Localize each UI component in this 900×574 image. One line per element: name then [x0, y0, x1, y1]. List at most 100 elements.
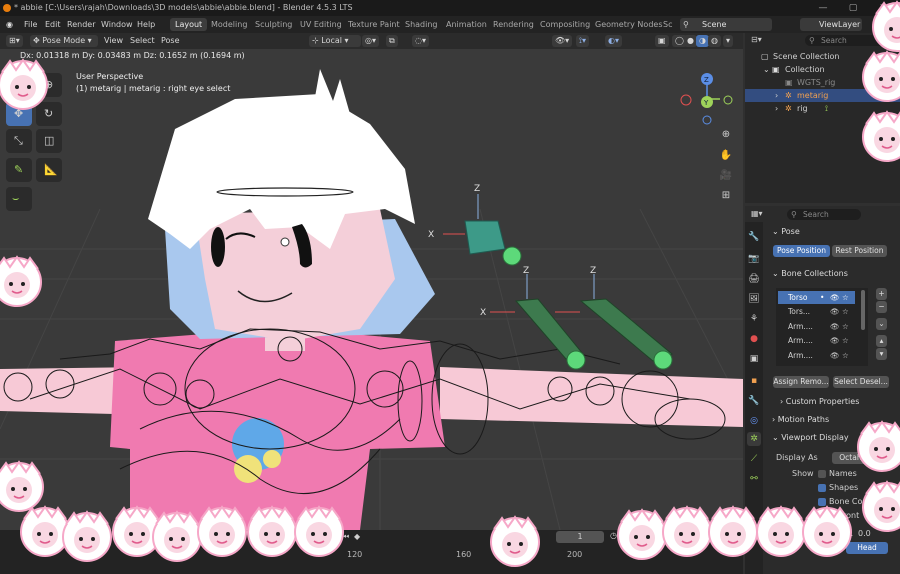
overlay-toggle-icon[interactable]: ◐▾ — [605, 35, 622, 47]
camera-view-icon[interactable]: 🎥 — [718, 168, 734, 184]
stopwatch-icon[interactable]: ◷ — [610, 531, 617, 540]
playback-label[interactable]: Pla — [34, 533, 46, 542]
shapes-checkbox[interactable] — [818, 484, 826, 492]
properties-search[interactable]: ⚲ Search — [787, 209, 861, 220]
bone-constraint-tab-icon[interactable]: ⚯ — [747, 472, 761, 486]
bone-colors-checkbox[interactable] — [818, 498, 826, 506]
assign-button[interactable]: Assign Remo... — [773, 376, 829, 388]
menu-select[interactable]: Select — [127, 35, 158, 47]
jump-start-icon[interactable]: ⏮ — [342, 532, 349, 542]
mode-dropdown[interactable]: ✥ Pose Mode ▾ — [30, 35, 98, 47]
menu-file[interactable]: File — [24, 16, 37, 33]
timeline[interactable]: Pla ⏮ ◆ 1 ◷ 120 160 200 — [0, 530, 743, 574]
select-button[interactable]: Select Desel... — [833, 376, 889, 388]
hand-pan-icon[interactable]: ✋ — [718, 148, 734, 164]
tab-sculpting[interactable]: Sculpting — [250, 18, 297, 31]
bone-collection-row[interactable]: Torso • 👁 ☆ — [778, 291, 855, 304]
bone-collection-row[interactable]: Arm.... 👁 ☆ — [778, 320, 855, 333]
menu-view[interactable]: View — [101, 35, 126, 47]
tab-geometry-nodes[interactable]: Geometry Nodes — [590, 18, 667, 31]
section-pose[interactable]: ⌄ Pose — [772, 225, 900, 239]
collection-menu-button[interactable]: ⌄ — [876, 318, 887, 330]
view-layer-selector[interactable]: ViewLayer — [800, 18, 862, 31]
object-data-tab-icon[interactable]: ✲ — [747, 432, 761, 446]
tool-annotate[interactable]: ✎ — [6, 158, 32, 182]
outliner-row-metarig[interactable]: › ✲ metarig — [745, 89, 900, 102]
star-icon[interactable]: ☆ — [842, 305, 849, 318]
eye-icon[interactable]: 👁 — [830, 334, 840, 347]
close-button[interactable]: ✕ — [868, 0, 898, 16]
tab-rendering[interactable]: Rendering — [488, 18, 539, 31]
remove-collection-button[interactable]: − — [876, 301, 887, 313]
star-icon[interactable]: ☆ — [842, 320, 849, 333]
section-motion-paths[interactable]: › Motion Paths — [772, 413, 900, 427]
tab-texture-paint[interactable]: Texture Paint — [343, 18, 405, 31]
rest-position-button[interactable]: Rest Position — [832, 245, 887, 257]
bone-collection-row[interactable]: Tors... 👁 ☆ — [778, 305, 855, 318]
view-layer-tab-icon[interactable]: 🖼 — [747, 292, 761, 306]
object-tab-icon[interactable]: ▪ — [747, 374, 761, 388]
scene-selector[interactable]: ⚲ Scene — [680, 18, 772, 31]
star-icon[interactable]: ☆ — [842, 349, 849, 362]
bone-collection-row[interactable]: Arm.... 👁 ☆ — [778, 349, 855, 362]
head-button[interactable]: Head — [846, 542, 888, 554]
scene-tab-icon[interactable]: ⚘ — [747, 312, 761, 326]
tool-tab-icon[interactable]: 🔧 — [747, 230, 761, 244]
editor-type-icon[interactable]: ⊞▾ — [6, 35, 23, 47]
eye-icon[interactable]: 👁 — [830, 349, 840, 362]
3d-viewport[interactable]: X Z X Z Z Z Y User Perspective (1) metar… — [0, 49, 743, 530]
properties-type-icon[interactable]: ▦▾ — [751, 209, 763, 218]
menu-edit[interactable]: Edit — [45, 16, 61, 33]
outliner-type-icon[interactable]: ⊟▾ — [751, 35, 762, 44]
names-checkbox[interactable] — [818, 470, 826, 478]
tool-transform[interactable]: ◫ — [36, 129, 62, 153]
menu-render[interactable]: Render — [67, 16, 95, 33]
outliner-search[interactable]: ⚲ Search — [805, 35, 893, 46]
render-tab-icon[interactable]: 📷 — [747, 252, 761, 266]
section-custom-properties[interactable]: › Custom Properties — [780, 395, 900, 409]
modifier-tab-icon[interactable]: 🔧 — [747, 394, 761, 408]
current-frame-field[interactable]: 1 — [556, 531, 604, 543]
display-as-dropdown[interactable]: Octahedral — [832, 452, 888, 464]
eye-icon[interactable]: 👁 — [830, 305, 840, 318]
transform-orientation-dropdown[interactable]: ⊹ Local ▾ — [309, 35, 361, 47]
bone-tab-icon[interactable]: ⟋ — [747, 452, 761, 466]
proportional-icon[interactable]: ◌▾ — [412, 35, 429, 47]
star-icon[interactable]: ☆ — [842, 334, 849, 347]
shading-rendered-icon[interactable]: ◍ — [708, 35, 721, 47]
tab-animation[interactable]: Animation — [441, 18, 492, 31]
pose-position-button[interactable]: Pose Position — [773, 245, 830, 257]
tab-scripting[interactable]: Sc — [658, 18, 677, 31]
shading-options-icon[interactable]: ▾ — [723, 35, 734, 47]
snap-icon[interactable]: ⧉ — [386, 35, 398, 47]
menu-window[interactable]: Window — [101, 16, 133, 33]
physics-tab-icon[interactable]: ◎ — [747, 414, 761, 428]
star-icon[interactable]: ☆ — [842, 291, 849, 304]
outliner-row-collection[interactable]: ⌄ ▣ Collection — [745, 63, 900, 76]
output-tab-icon[interactable]: 🖨 — [747, 272, 761, 286]
minimize-button[interactable]: — — [808, 0, 838, 16]
outliner-row-scene-collection[interactable]: ▢ Scene Collection — [745, 50, 900, 63]
tab-uv-editing[interactable]: UV Editing — [295, 18, 347, 31]
move-down-button[interactable]: ▾ — [876, 348, 887, 360]
move-up-button[interactable]: ▴ — [876, 335, 887, 347]
world-tab-icon[interactable]: ● — [747, 332, 761, 346]
tool-scale[interactable]: ⤡ — [6, 129, 32, 153]
tab-shading[interactable]: Shading — [400, 18, 443, 31]
tool-measure[interactable]: 📐 — [36, 158, 62, 182]
section-viewport-display[interactable]: ⌄ Viewport Display — [772, 431, 900, 445]
outliner-row-rig[interactable]: › ✲ rig ⟟ — [745, 102, 900, 115]
add-collection-button[interactable]: + — [876, 288, 887, 300]
menu-pose[interactable]: Pose — [158, 35, 183, 47]
tool-rotate[interactable]: ↻ — [36, 102, 62, 126]
zoom-icon[interactable]: ⊕ — [718, 127, 734, 143]
keyframe-prev-icon[interactable]: ◆ — [354, 532, 360, 541]
visibility-icon[interactable]: 👁▾ — [552, 35, 573, 47]
eye-icon[interactable]: 👁 — [830, 320, 840, 333]
collection-tab-icon[interactable]: ▣ — [747, 352, 761, 366]
menu-help[interactable]: Help — [137, 16, 155, 33]
bone-list-scrollbar[interactable] — [861, 290, 865, 330]
maximize-button[interactable]: ▢ — [838, 0, 868, 16]
eye-icon[interactable]: 👁 — [830, 291, 840, 304]
tab-layout[interactable]: Layout — [170, 18, 208, 31]
